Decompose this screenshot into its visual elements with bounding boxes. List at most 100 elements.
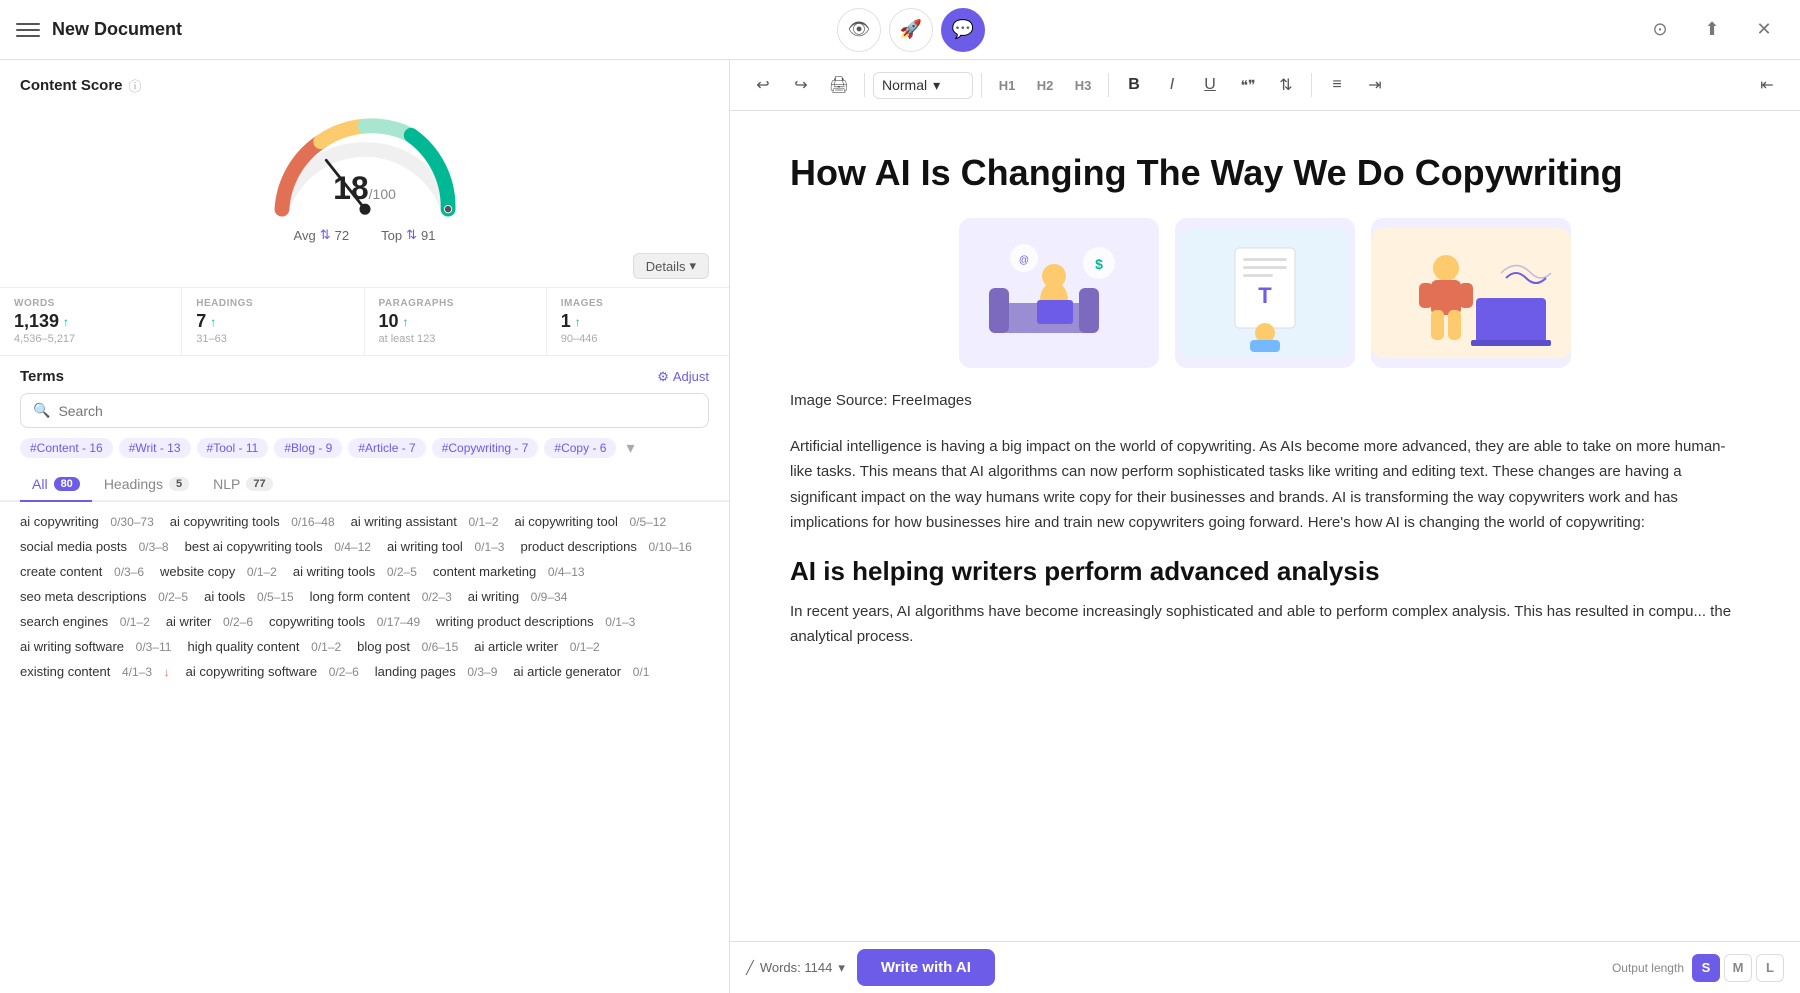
tabs-row: All 80 Headings 5 NLP 77 xyxy=(0,468,729,502)
article-image-3 xyxy=(1371,218,1571,368)
list-item: create content 0/3–6 xyxy=(20,564,144,579)
tag-blog[interactable]: #Blog - 9 xyxy=(274,438,342,458)
tab-nlp[interactable]: NLP 77 xyxy=(201,468,284,502)
list-item: product descriptions 0/10–16 xyxy=(520,539,691,554)
chat-button[interactable]: 💬 xyxy=(941,8,985,52)
redo-button[interactable]: ↪ xyxy=(784,68,818,102)
toolbar-separator-4 xyxy=(1311,73,1312,97)
words-chevron[interactable]: ▾ xyxy=(838,960,845,976)
close-button[interactable]: ✕ xyxy=(1744,10,1784,50)
terms-header: Terms ⚙ Adjust xyxy=(0,356,729,393)
list-item: writing product descriptions 0/1–3 xyxy=(436,614,635,629)
gauge-score: 18/100 xyxy=(333,170,396,207)
output-length-label: Output length xyxy=(1612,961,1684,975)
eye-button[interactable]: ⊙ xyxy=(1640,10,1680,50)
adjust-button[interactable]: ⚙ Adjust xyxy=(657,369,709,385)
length-s-button[interactable]: S xyxy=(1692,954,1720,982)
list-item: ai writing tool 0/1–3 xyxy=(387,539,505,554)
article-subtitle-1[interactable]: AI is helping writers perform advanced a… xyxy=(790,556,1740,587)
h2-button[interactable]: H2 xyxy=(1028,68,1062,102)
right-panel: ↩ ↪ 🖨 Normal ▾ H1 H2 H3 B I U ❝❞ ⇅ ≡ ⇥ ⇤ xyxy=(730,60,1800,993)
article-body-2[interactable]: In recent years, AI algorithms have beco… xyxy=(790,599,1740,650)
h1-button[interactable]: H1 xyxy=(990,68,1024,102)
header-right: ⊙ ⬆ ✕ xyxy=(1640,10,1784,50)
doc-title: New Document xyxy=(52,19,182,40)
print-button[interactable]: 🖨 xyxy=(822,68,856,102)
gauge-denom: /100 xyxy=(369,186,396,202)
rocket-button[interactable]: 🚀 xyxy=(889,8,933,52)
search-input[interactable] xyxy=(58,403,696,419)
tags-more-button[interactable]: ▾ xyxy=(622,438,638,458)
misc-button[interactable]: ⇅ xyxy=(1269,68,1303,102)
upload-button[interactable]: ⬆ xyxy=(1692,10,1732,50)
tag-writ[interactable]: #Writ - 13 xyxy=(119,438,191,458)
gauge-container: 18/100 xyxy=(255,103,475,223)
list-item: website copy 0/1–2 xyxy=(160,564,277,579)
svg-text:@: @ xyxy=(1019,255,1029,266)
search-input-wrapper: 🔍 xyxy=(20,393,709,428)
write-with-ai-button[interactable]: Write with AI xyxy=(857,949,995,986)
format-select[interactable]: Normal ▾ xyxy=(873,72,973,99)
main-layout: Content Score ⓘ xyxy=(0,60,1800,993)
underline-button[interactable]: U xyxy=(1193,68,1227,102)
gauge-target xyxy=(444,205,451,212)
left-panel: Content Score ⓘ xyxy=(0,60,730,993)
illustration-2: T xyxy=(1180,228,1350,358)
collapse-button[interactable]: ⇤ xyxy=(1750,68,1784,102)
preview-button[interactable]: 👁 xyxy=(837,8,881,52)
tab-all[interactable]: All 80 xyxy=(20,468,92,502)
tag-copywriting[interactable]: #Copywriting - 7 xyxy=(432,438,539,458)
article-images-row: $ @ T xyxy=(790,218,1740,368)
header-center: 👁 🚀 💬 xyxy=(837,8,985,52)
stats-row: WORDS 1,139↑ 4,536–5,217 HEADINGS 7↑ 31–… xyxy=(0,287,729,356)
info-icon[interactable]: ⓘ xyxy=(129,76,142,95)
details-button[interactable]: Details ▾ xyxy=(633,253,709,279)
length-buttons: S M L xyxy=(1692,954,1784,982)
list-item: landing pages 0/3–9 xyxy=(375,664,498,679)
undo-button[interactable]: ↩ xyxy=(746,68,780,102)
list-item: long form content 0/2–3 xyxy=(310,589,452,604)
list-item: ai writing tools 0/2–5 xyxy=(293,564,417,579)
list-item: ai writing 0/9–34 xyxy=(468,589,568,604)
menu-icon[interactable] xyxy=(16,18,40,42)
italic-button[interactable]: I xyxy=(1155,68,1189,102)
toolbar-separator-1 xyxy=(864,73,865,97)
list-item: seo meta descriptions 0/2–5 xyxy=(20,589,188,604)
tag-copy[interactable]: #Copy - 6 xyxy=(544,438,616,458)
tag-tool[interactable]: #Tool - 11 xyxy=(197,438,269,458)
list-item: best ai copywriting tools 0/4–12 xyxy=(185,539,371,554)
output-length-section: Output length S M L xyxy=(1612,954,1784,982)
details-row: Details ▾ xyxy=(0,253,729,287)
indent-button[interactable]: ⇥ xyxy=(1358,68,1392,102)
align-button[interactable]: ≡ xyxy=(1320,68,1354,102)
article-image-1: $ @ xyxy=(959,218,1159,368)
length-l-button[interactable]: L xyxy=(1756,954,1784,982)
words-indicator: ╱ Words: 1144 ▾ xyxy=(746,960,845,976)
gauge-number: 18 xyxy=(333,170,369,206)
top-value: Top ⇅ 91 xyxy=(381,227,435,243)
svg-text:T: T xyxy=(1258,283,1272,308)
length-m-button[interactable]: M xyxy=(1724,954,1752,982)
quote-button[interactable]: ❝❞ xyxy=(1231,68,1265,102)
list-item: ai copywriting 0/30–73 xyxy=(20,514,154,529)
illustration-1: $ @ xyxy=(969,228,1149,358)
list-item: search engines 0/1–2 xyxy=(20,614,150,629)
tags-row: #Content - 16 #Writ - 13 #Tool - 11 #Blo… xyxy=(0,438,729,468)
words-slash-icon: ╱ xyxy=(746,960,754,976)
list-item: ai writing assistant 0/1–2 xyxy=(351,514,499,529)
tag-article[interactable]: #Article - 7 xyxy=(348,438,425,458)
paragraphs-stat: PARAGRAPHS 10↑ at least 123 xyxy=(365,288,547,355)
bold-button[interactable]: B xyxy=(1117,68,1151,102)
h3-button[interactable]: H3 xyxy=(1066,68,1100,102)
list-item: social media posts 0/3–8 xyxy=(20,539,169,554)
content-score-title: Content Score xyxy=(20,77,123,94)
tab-headings[interactable]: Headings 5 xyxy=(92,468,201,502)
list-item: content marketing 0/4–13 xyxy=(433,564,585,579)
list-item: ai copywriting tool 0/5–12 xyxy=(515,514,667,529)
words-count: Words: 1144 xyxy=(760,960,833,975)
bottom-bar: ╱ Words: 1144 ▾ Write with AI Output len… xyxy=(730,941,1800,993)
article-title[interactable]: How AI Is Changing The Way We Do Copywri… xyxy=(790,151,1740,194)
tag-content[interactable]: #Content - 16 xyxy=(20,438,113,458)
terms-list: ai copywriting 0/30–73 ai copywriting to… xyxy=(0,502,729,993)
article-body-1[interactable]: Artificial intelligence is having a big … xyxy=(790,434,1740,536)
